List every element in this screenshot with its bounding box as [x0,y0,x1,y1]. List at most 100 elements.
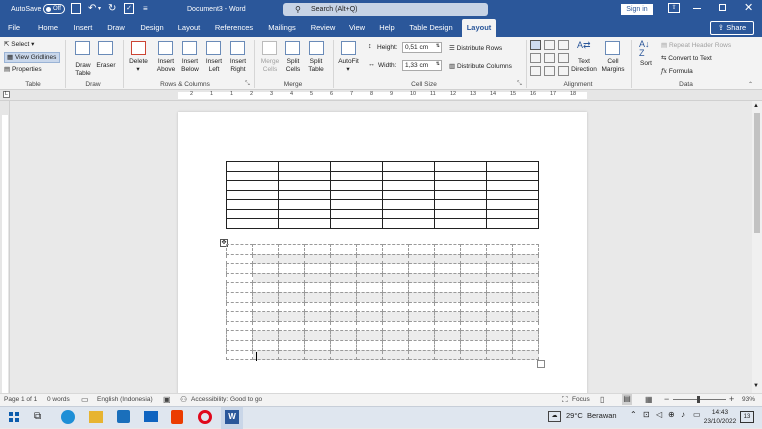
table-cell[interactable] [330,208,383,219]
autosave-toggle[interactable]: Off [43,4,65,14]
table-cell[interactable] [330,170,383,181]
table-cell[interactable] [382,244,409,255]
table-cell[interactable] [408,311,435,322]
table-cell[interactable] [356,301,383,313]
word-count[interactable]: 0 words [47,396,70,403]
table-cell[interactable] [304,272,331,284]
table-cell[interactable] [278,301,305,313]
table-cell[interactable] [226,282,253,293]
office-icon[interactable] [171,410,183,424]
table-cell[interactable] [382,330,409,341]
zoom-slider-thumb[interactable] [697,396,700,403]
table-cell[interactable] [486,330,513,341]
eraser-button[interactable]: Eraser [94,62,118,70]
table-cell[interactable] [512,272,539,284]
table-cell[interactable] [382,272,409,284]
table-cell[interactable] [330,199,383,210]
sort-icon[interactable]: A↓ Z [639,40,650,58]
table-cell[interactable] [460,253,487,265]
align-bottom-right-icon[interactable] [558,66,569,76]
vertical-ruler[interactable] [0,101,10,393]
checklist-icon[interactable]: ✓ [124,3,134,14]
table-cell[interactable] [226,272,253,284]
view-gridlines-button[interactable]: ▦ View Gridlines [4,52,60,63]
volume-icon[interactable]: ♪ [681,410,685,419]
table-cell[interactable] [486,291,513,303]
table-cell[interactable] [434,170,487,181]
tab-review[interactable]: Review [307,19,339,37]
table-cell[interactable] [356,244,383,255]
insert-below-icon[interactable] [182,41,197,55]
table-cell[interactable] [356,291,383,303]
scroll-down-icon[interactable]: ▼ [753,383,759,389]
table-cell[interactable] [512,311,539,322]
tab-draw[interactable]: Draw [102,19,130,37]
formula-button[interactable]: fx Formula [661,67,693,75]
table-cell[interactable] [330,320,357,332]
ribbon-display-icon[interactable]: ⇧ [668,3,680,13]
delete-button[interactable]: Delete [126,58,151,66]
table-cell[interactable] [278,244,305,255]
tab-references[interactable]: References [210,19,258,37]
table-cell[interactable] [252,320,279,332]
table-cell[interactable] [278,180,331,191]
width-spinner-icon[interactable]: ⇅ [436,60,440,69]
table-cell[interactable] [226,244,253,255]
table-cell[interactable] [486,272,513,284]
read-mode-icon[interactable]: ▯ [600,395,604,404]
table-cell[interactable] [330,301,357,313]
table-cell[interactable] [356,253,383,265]
table-cell[interactable] [226,291,253,303]
table-cell[interactable] [226,170,279,181]
table-bordered[interactable] [226,161,539,229]
table-cell[interactable] [356,263,383,274]
align-top-center-icon[interactable] [544,40,555,50]
table-cell[interactable] [304,330,331,341]
table-cell[interactable] [278,320,305,332]
table-cell[interactable] [226,180,279,191]
accessibility-icon[interactable]: ⚇ [180,395,187,404]
table-cell[interactable] [382,339,409,351]
table-cell[interactable] [408,339,435,351]
minimize-icon[interactable] [693,8,701,9]
insert-above-button[interactable]: Insert Above [153,58,179,74]
tab-file[interactable]: File [2,19,26,37]
table-cell[interactable] [278,349,305,361]
table-cell[interactable] [434,301,461,313]
table-cell[interactable] [304,311,331,322]
autofit-dropdown-icon[interactable]: ▾ [341,66,355,74]
table-cell[interactable] [434,218,487,229]
table-cell[interactable] [408,282,435,293]
table-cell[interactable] [382,263,409,274]
align-bottom-left-icon[interactable] [530,66,541,76]
tab-table-layout[interactable]: Layout [462,19,496,37]
table-cell[interactable] [278,199,331,210]
table-cell[interactable] [356,272,383,284]
table-cell[interactable] [512,349,539,361]
table-cell[interactable] [304,253,331,265]
table-cell[interactable] [408,253,435,265]
table-cell[interactable] [356,330,383,341]
merge-cells-button[interactable]: Merge Cells [258,58,282,74]
table-cell[interactable] [460,291,487,303]
table-cell[interactable] [460,349,487,361]
table-cell[interactable] [486,301,513,313]
document-page[interactable]: ✥ [178,112,587,393]
windows-start-icon[interactable] [9,412,19,422]
table-cell[interactable] [278,189,331,200]
battery-icon[interactable]: ▭ [693,410,701,419]
table-cell[interactable] [278,272,305,284]
table-cell[interactable] [486,161,539,172]
insert-above-icon[interactable] [158,41,173,55]
focus-button[interactable]: Focus [572,396,590,403]
delete-table-icon[interactable] [131,41,146,55]
table-cell[interactable] [382,189,435,200]
table-cell[interactable] [512,339,539,351]
table-cell[interactable] [486,180,539,191]
table-cell[interactable] [226,253,253,265]
table-cell[interactable] [434,180,487,191]
focus-icon[interactable]: ⛶ [562,395,568,405]
cell-margins-icon[interactable] [605,41,620,55]
mail-icon[interactable] [144,411,158,422]
table-cell[interactable] [356,311,383,322]
